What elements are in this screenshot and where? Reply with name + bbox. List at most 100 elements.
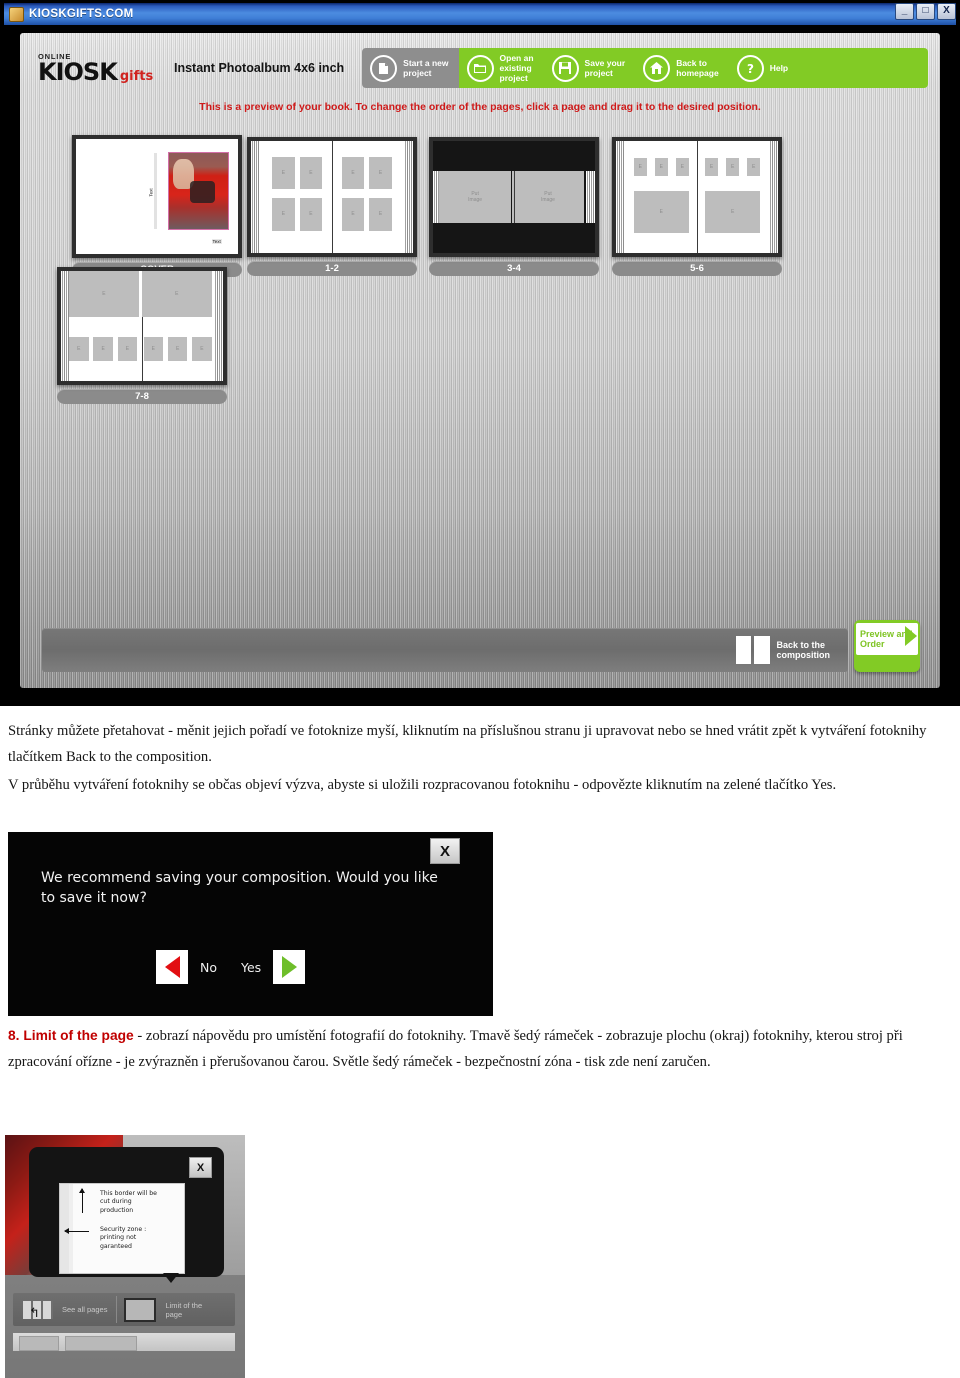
dialog-yes-button[interactable] (273, 950, 306, 984)
photo-slot: E (117, 337, 138, 362)
nav-start-new-project-label: Start a new project (403, 58, 449, 78)
photo-slot: E (705, 157, 719, 176)
nav-help-label: Help (769, 63, 789, 73)
cover-corner-text: Text (211, 238, 222, 244)
page-thumb-7-8-label: 7-8 (57, 389, 227, 404)
nav-open-existing-project-label: Open an existing project (499, 53, 534, 83)
nav-back-to-homepage-label: Back to homepage (676, 58, 719, 78)
section-8-body: - zobrazí nápovědu pro umístění fotograf… (8, 1028, 903, 1070)
page-thumb-7-8[interactable]: E E E E E E E E 7-8 (57, 267, 227, 404)
section-8-paragraph: 8. Limit of the page - zobrazí nápovědu … (8, 1023, 950, 1075)
limit-toolbar: ↰ See all pages Limit of the page (13, 1293, 235, 1326)
left-arrow-icon (164, 956, 180, 978)
photo-slot: E (341, 156, 365, 190)
logo-gifts-text: gifts (119, 68, 154, 84)
note-security-zone: Security zone : printing not garanteed (100, 1226, 147, 1250)
up-arrow-icon (79, 1188, 85, 1213)
back-to-composition-label: Back to the composition (776, 639, 831, 661)
cover-vertical-text: Text (148, 187, 154, 197)
product-name: Instant Photoalbum 4x6 inch (174, 61, 345, 75)
page-thumb-5-6[interactable]: E E E E E E E E 5-6 (612, 137, 782, 276)
photo-slot: Put Image (512, 171, 584, 223)
page-thumb-5-6-label: 5-6 (612, 261, 782, 276)
page-thumb-5-6-frame: E E E E E E E E (612, 137, 782, 257)
page-thumb-3-4-label: 3-4 (429, 261, 599, 276)
question-mark-icon: ? (736, 54, 764, 82)
dialog-no-button[interactable] (156, 950, 188, 984)
photo-slot: E (192, 337, 212, 362)
open-folder-icon (466, 54, 494, 82)
limit-bottom-strip (13, 1333, 235, 1351)
limit-of-page-icon[interactable] (124, 1297, 157, 1322)
popup-pointer (163, 1273, 179, 1283)
section-8-heading: 8. Limit of the page (8, 1028, 134, 1043)
nav-start-new-project[interactable]: Start a new project (362, 48, 459, 88)
back-to-composition-button[interactable]: Back to the composition (735, 636, 831, 664)
nav-save-your-project-label: Save your project (584, 58, 626, 78)
photo-slot: E (369, 198, 392, 231)
app-canvas: ONLINE KIOSK gifts Instant Photoalbum 4x… (20, 33, 940, 688)
save-dialog-screenshot: X We recommend saving your composition. … (8, 832, 493, 1016)
photo-slot: E (633, 191, 689, 233)
nav-back-to-homepage[interactable]: Back to homepage (635, 48, 729, 88)
photo-slot: E (299, 156, 323, 190)
limit-diagram-card: This border will be cut during productio… (59, 1183, 185, 1274)
two-pages-icon (735, 636, 770, 664)
photo-slot: E (69, 271, 139, 318)
popup-close-icon[interactable]: X (189, 1157, 212, 1178)
close-button[interactable]: X (937, 3, 956, 20)
security-zone-band (69, 1184, 73, 1273)
minimize-button[interactable]: _ (895, 3, 914, 20)
main-app-screenshot: KIOSKGIFTS.COM _ □ X ONLINE KIOSK gifts … (0, 0, 960, 706)
cover-photo-placeholder (168, 151, 229, 230)
see-all-pages-label[interactable]: See all pages (62, 1305, 107, 1314)
page-thumb-3-4-frame: Put Image Put Image (429, 137, 599, 257)
photo-slot: E (341, 198, 365, 231)
nav-open-existing-project[interactable]: Open an existing project (458, 48, 544, 88)
photo-slot: E (633, 157, 647, 176)
dialog-no-label: No (200, 959, 217, 975)
right-arrow-icon (281, 956, 297, 978)
photo-slot: E (93, 337, 113, 362)
page-thumb-cover-frame: Text Text (72, 135, 242, 258)
page-thumb-1-2[interactable]: E E E E E E E E 1-2 (247, 137, 417, 276)
photo-slot: E (272, 156, 295, 190)
bottom-strip-left-chip (19, 1336, 59, 1351)
page-thumb-3-4[interactable]: Put Image Put Image 3-4 (429, 137, 599, 276)
see-all-pages-icon[interactable]: ↰ (23, 1300, 53, 1319)
page-thumb-1-2-frame: E E E E E E E E (247, 137, 417, 257)
window-title: KIOSKGIFTS.COM (29, 8, 134, 20)
play-arrow-icon (905, 626, 917, 646)
brand-logo[interactable]: ONLINE KIOSK gifts (32, 52, 156, 86)
nav-help[interactable]: ? Help (728, 48, 799, 88)
app-navbar: Start a new project Open an existing pro… (362, 48, 928, 88)
paragraph-drag-pages: Stránky můžete přetahovat - měnit jejich… (8, 723, 927, 765)
cover-text-strip (153, 152, 157, 229)
home-icon (643, 54, 671, 82)
logo-kiosk-text: KIOSK (38, 57, 118, 86)
navbar-filler (798, 48, 928, 88)
paragraph-save-prompt: V průběhu vytváření fotoknihy se občas o… (8, 777, 837, 793)
photo-slot: E (142, 271, 212, 318)
note-cut-border: This border will be cut during productio… (100, 1190, 157, 1214)
photo-slot: E (654, 157, 668, 176)
preview-and-order-button[interactable]: Preview and Order (854, 620, 920, 672)
app-bottom-toolbar: Back to the composition Preview and Orde… (42, 620, 920, 672)
bottom-strip-right-chip (65, 1336, 137, 1351)
page-thumb-cover[interactable]: Text Text COVER (72, 135, 242, 277)
page-thumb-1-2-label: 1-2 (247, 261, 417, 276)
app-header: ONLINE KIOSK gifts Instant Photoalbum 4x… (32, 43, 928, 93)
photo-slot: Put Image (439, 171, 511, 223)
dialog-close-icon[interactable]: X (430, 838, 460, 864)
photo-slot: E (747, 157, 761, 176)
photo-slot: E (69, 337, 89, 362)
app-body: ONLINE KIOSK gifts Instant Photoalbum 4x… (4, 25, 956, 702)
maximize-button[interactable]: □ (916, 3, 935, 20)
nav-save-your-project[interactable]: Save your project (543, 48, 636, 88)
photo-slot: E (675, 157, 689, 176)
app-icon (9, 6, 24, 22)
floppy-disk-icon (551, 54, 579, 82)
limit-popup: X This border will be cut during product… (29, 1147, 224, 1277)
svg-text:?: ? (747, 62, 754, 75)
limit-of-page-label[interactable]: Limit of the page (165, 1301, 202, 1319)
